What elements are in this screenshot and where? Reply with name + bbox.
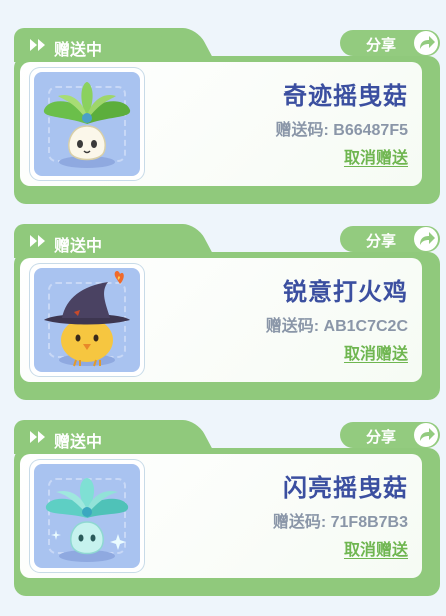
status-tab: 赠送中 xyxy=(14,420,186,454)
card-body: 闪亮摇曳菇 赠送码: 71F8B7B3 取消赠送 xyxy=(20,454,422,578)
cancel-gift-button[interactable]: 取消赠送 xyxy=(344,144,408,168)
card-body: 锐意打火鸡 赠送码: AB1C7C2C 取消赠送 xyxy=(20,258,422,382)
gift-card: 锐意打火鸡 赠送码: AB1C7C2C 取消赠送 赠送中 分享 xyxy=(14,224,440,400)
double-chevron-icon xyxy=(30,39,45,51)
item-name: 锐意打火鸡 xyxy=(283,279,408,306)
gift-code: 赠送码: AB1C7C2C xyxy=(265,318,408,335)
double-chevron-icon xyxy=(30,235,45,247)
item-name: 奇迹摇曳菇 xyxy=(283,83,408,110)
share-label: 分享 xyxy=(366,37,397,54)
share-label: 分享 xyxy=(366,233,397,250)
share-button[interactable]: 分享 xyxy=(340,30,440,56)
share-arrow-icon xyxy=(414,227,438,251)
share-label: 分享 xyxy=(366,429,397,446)
share-arrow-icon xyxy=(414,31,438,55)
item-name: 闪亮摇曳菇 xyxy=(283,475,408,502)
card-panel: 奇迹摇曳菇 赠送码: B66487F5 取消赠送 xyxy=(14,56,440,204)
card-panel: 闪亮摇曳菇 赠送码: 71F8B7B3 取消赠送 xyxy=(14,448,440,596)
item-thumbnail xyxy=(30,460,144,572)
cancel-gift-button[interactable]: 取消赠送 xyxy=(344,340,408,364)
status-tab: 赠送中 xyxy=(14,224,186,258)
share-button[interactable]: 分享 xyxy=(340,422,440,448)
status-label: 赠送中 xyxy=(54,434,103,451)
gift-card: 闪亮摇曳菇 赠送码: 71F8B7B3 取消赠送 赠送中 分享 xyxy=(14,420,440,596)
status-label: 赠送中 xyxy=(54,42,103,59)
gift-code: 赠送码: B66487F5 xyxy=(275,122,409,139)
gift-code: 赠送码: 71F8B7B3 xyxy=(272,514,408,531)
share-button[interactable]: 分享 xyxy=(340,226,440,252)
card-body: 奇迹摇曳菇 赠送码: B66487F5 取消赠送 xyxy=(20,62,422,186)
shiny-mushroom-icon xyxy=(45,478,129,562)
double-chevron-icon xyxy=(30,431,45,443)
status-tab: 赠送中 xyxy=(14,28,186,62)
status-label: 赠送中 xyxy=(54,238,103,255)
gift-card: 奇迹摇曳菇 赠送码: B66487F5 取消赠送 赠送中 分享 xyxy=(14,28,440,204)
item-thumbnail xyxy=(30,68,144,180)
item-thumbnail xyxy=(30,264,144,376)
card-panel: 锐意打火鸡 赠送码: AB1C7C2C 取消赠送 xyxy=(14,252,440,400)
cancel-gift-button[interactable]: 取消赠送 xyxy=(344,536,408,560)
witch-hat-chick-icon xyxy=(44,271,130,367)
leafy-mushroom-icon xyxy=(43,82,131,168)
share-arrow-icon xyxy=(414,423,438,447)
